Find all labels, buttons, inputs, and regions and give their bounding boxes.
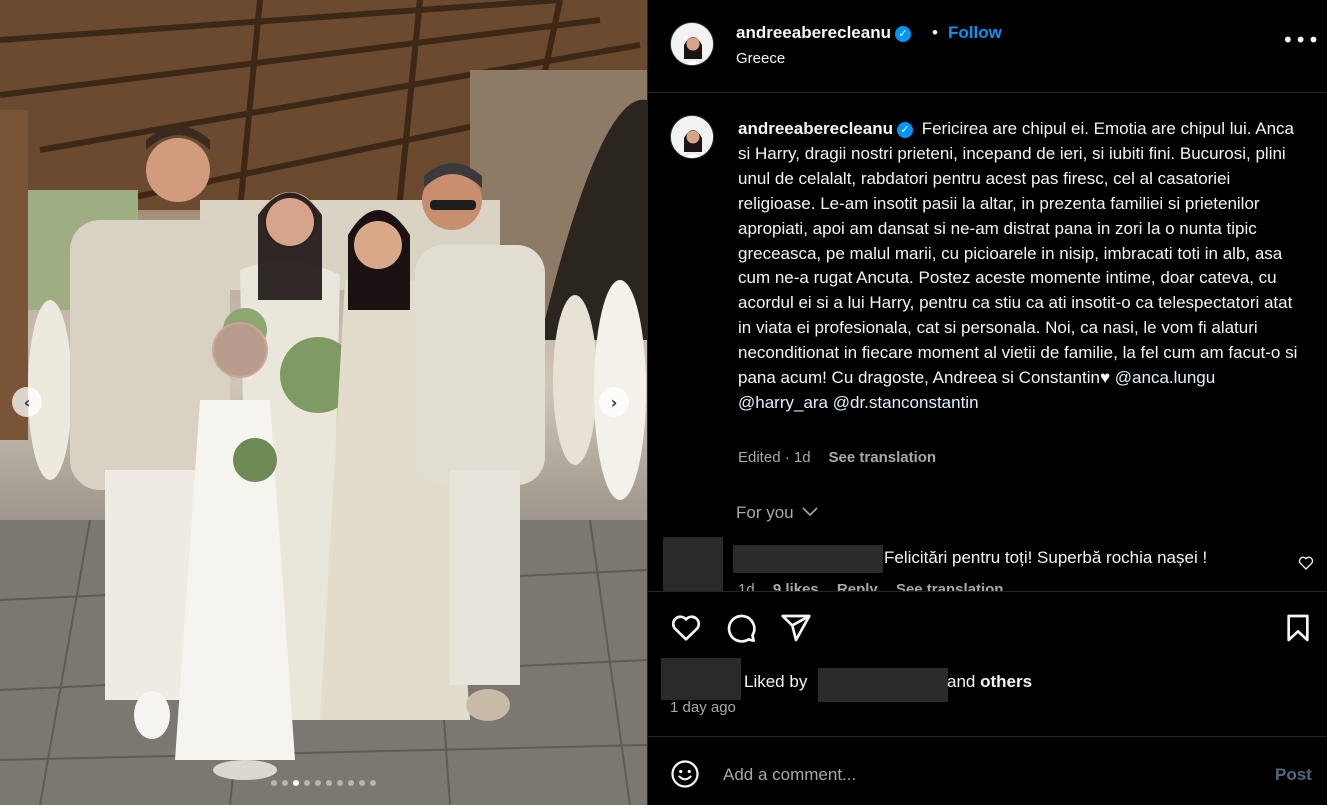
carousel-dot <box>359 780 365 786</box>
commenter-name-redacted[interactable] <box>733 545 883 573</box>
post-photo <box>0 0 647 805</box>
see-translation-button[interactable]: See translation <box>829 449 937 466</box>
post-timestamp[interactable]: 1 day ago <box>670 699 736 716</box>
caption-username[interactable]: andreeaberecleanu ✓ <box>738 119 913 139</box>
verified-icon: ✓ <box>894 25 911 42</box>
more-icon[interactable]: ••• <box>1282 28 1320 52</box>
carousel-dot <box>348 780 354 786</box>
avatar-image <box>671 23 713 65</box>
location-link[interactable]: Greece <box>736 50 785 67</box>
comment-icon[interactable] <box>725 612 757 644</box>
caption-username-text: andreeaberecleanu <box>738 119 893 138</box>
liker-name-redacted[interactable] <box>818 668 948 702</box>
post-caption: andreeaberecleanu ✓ Fericirea are chipul … <box>738 117 1298 416</box>
mention-link[interactable]: @harry_ara <box>738 393 828 412</box>
comment-meta: 1d 9 likes Reply See translation <box>738 581 1017 591</box>
carousel-dot <box>304 780 310 786</box>
post-comment-button[interactable]: Post <box>1275 765 1312 785</box>
post-details-panel: andreeaberecleanu ✓ • Follow Greece ••• a… <box>647 0 1327 805</box>
carousel-indicator <box>0 780 647 786</box>
next-photo-button[interactable]: › <box>599 387 629 417</box>
for-you-toggle[interactable]: For you <box>736 503 818 523</box>
liked-by-label: Liked by <box>744 672 808 691</box>
caption-text: Fericirea are chipul ei. Emotia are chip… <box>738 119 1298 388</box>
edited-label: Edited · 1d <box>738 449 811 466</box>
mention-link[interactable]: @anca.lungu <box>1115 368 1215 387</box>
emoji-icon[interactable] <box>670 759 700 789</box>
and-label: and <box>947 672 976 691</box>
mention-link[interactable]: @dr.stanconstantin <box>833 393 979 412</box>
carousel-dot <box>315 780 321 786</box>
caption-avatar[interactable] <box>670 115 714 159</box>
comment-item: Felicitări pentru toți! Superbă rochia n… <box>648 535 1327 591</box>
post-media[interactable]: ‹ › <box>0 0 647 805</box>
carousel-dot <box>282 780 288 786</box>
reply-button[interactable]: Reply <box>837 581 878 591</box>
follow-button[interactable]: Follow <box>948 23 1002 43</box>
carousel-dot <box>293 780 299 786</box>
others-link[interactable]: others <box>980 672 1032 691</box>
see-translation-button[interactable]: See translation <box>896 581 1004 591</box>
comment-time: 1d <box>738 581 755 591</box>
liker-avatars-redacted[interactable] <box>661 658 741 700</box>
separator-dot: • <box>932 23 938 42</box>
comment-text: Felicitări pentru toți! Superbă rochia n… <box>884 548 1208 567</box>
divider <box>648 591 1327 592</box>
heart-icon[interactable] <box>670 612 702 644</box>
for-you-label: For you <box>736 503 794 522</box>
carousel-dot <box>326 780 332 786</box>
comment-likes[interactable]: 9 likes <box>773 581 819 591</box>
username-link[interactable]: andreeaberecleanu ✓ <box>736 23 911 43</box>
chevron-down-icon <box>802 507 818 517</box>
avatar-image <box>671 116 713 158</box>
caption-meta: Edited · 1d See translation <box>738 449 936 466</box>
bookmark-icon[interactable] <box>1282 612 1314 644</box>
username-text: andreeaberecleanu <box>736 23 891 42</box>
share-icon[interactable] <box>780 612 812 644</box>
carousel-dot <box>370 780 376 786</box>
commenter-avatar-redacted[interactable] <box>663 537 723 591</box>
liked-by-others: and others <box>947 672 1032 692</box>
previous-photo-button[interactable]: ‹ <box>12 387 42 417</box>
comment-input[interactable] <box>723 761 1243 789</box>
heart-icon[interactable] <box>1298 555 1314 571</box>
carousel-dot <box>271 780 277 786</box>
avatar[interactable] <box>670 22 714 66</box>
post-header: andreeaberecleanu ✓ • Follow Greece ••• <box>648 0 1327 93</box>
verified-icon: ✓ <box>896 122 913 139</box>
carousel-dot <box>337 780 343 786</box>
add-comment-bar: Post <box>648 736 1327 805</box>
